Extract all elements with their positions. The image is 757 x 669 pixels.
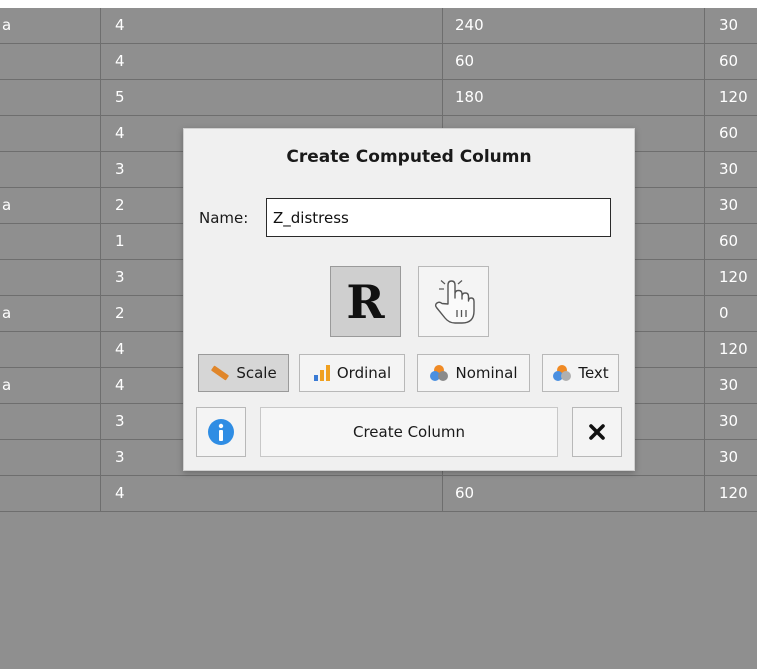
table-row[interactable]: 5 180 120 — [0, 80, 757, 116]
create-column-label: Create Column — [352, 423, 466, 441]
table-cell[interactable]: a — [0, 296, 101, 331]
text-circles-icon — [553, 365, 572, 381]
table-cell[interactable]: 30 — [705, 368, 757, 403]
table-cell[interactable]: 5 — [101, 80, 443, 115]
table-cell[interactable]: 120 — [705, 332, 757, 367]
bar-chart-icon — [313, 365, 330, 381]
name-input[interactable] — [266, 198, 611, 237]
scale-type-button[interactable]: Scale — [198, 354, 289, 392]
table-row[interactable]: 4 60 60 — [0, 44, 757, 80]
r-code-button[interactable]: R — [330, 266, 401, 337]
create-column-button[interactable]: Create Column — [260, 407, 558, 457]
table-row[interactable]: a 4 240 30 — [0, 8, 757, 44]
ordinal-label: Ordinal — [336, 364, 392, 382]
table-cell[interactable] — [0, 440, 101, 475]
table-cell[interactable]: 120 — [705, 80, 757, 115]
ordinal-type-button[interactable]: Ordinal — [299, 354, 405, 392]
table-cell[interactable] — [0, 80, 101, 115]
table-cell[interactable]: 60 — [705, 44, 757, 79]
text-type-button[interactable]: Text — [542, 354, 619, 392]
table-cell[interactable]: 30 — [705, 440, 757, 475]
table-cell[interactable]: 60 — [443, 476, 705, 511]
name-label: Name: — [199, 209, 249, 227]
drag-drop-button[interactable] — [418, 266, 489, 337]
table-cell[interactable] — [0, 224, 101, 259]
r-code-icon: R — [346, 274, 385, 329]
table-cell[interactable]: 4 — [101, 476, 443, 511]
hand-pointer-icon — [434, 279, 475, 324]
table-cell[interactable]: a — [0, 368, 101, 403]
table-cell[interactable]: 4 — [101, 44, 443, 79]
table-cell[interactable]: 240 — [443, 8, 705, 43]
table-cell[interactable] — [0, 44, 101, 79]
table-cell[interactable] — [0, 404, 101, 439]
table-row[interactable]: 4 60 120 — [0, 476, 757, 512]
table-cell[interactable]: a — [0, 188, 101, 223]
table-cell[interactable]: 30 — [705, 188, 757, 223]
table-cell[interactable]: 30 — [705, 152, 757, 187]
table-cell[interactable]: 60 — [443, 44, 705, 79]
table-cell[interactable] — [0, 332, 101, 367]
text-label: Text — [578, 364, 609, 382]
info-button[interactable] — [196, 407, 246, 457]
table-cell[interactable]: 60 — [705, 116, 757, 151]
table-cell[interactable]: 30 — [705, 8, 757, 43]
table-cell[interactable]: 120 — [705, 260, 757, 295]
nominal-label: Nominal — [455, 364, 518, 382]
ruler-icon — [211, 365, 230, 381]
table-cell[interactable]: 0 — [705, 296, 757, 331]
create-computed-column-dialog: Create Computed Column Name: R Scale Ord… — [183, 128, 635, 471]
table-cell[interactable] — [0, 260, 101, 295]
dialog-title: Create Computed Column — [286, 147, 532, 167]
table-cell[interactable] — [0, 116, 101, 151]
table-cell[interactable]: 60 — [705, 224, 757, 259]
table-cell[interactable]: 4 — [101, 8, 443, 43]
table-cell[interactable] — [0, 152, 101, 187]
table-cell[interactable] — [0, 476, 101, 511]
scale-label: Scale — [236, 364, 277, 382]
circles-icon — [430, 365, 449, 381]
nominal-type-button[interactable]: Nominal — [417, 354, 530, 392]
table-cell[interactable]: 120 — [705, 476, 757, 511]
table-cell[interactable]: 180 — [443, 80, 705, 115]
close-button[interactable] — [572, 407, 622, 457]
info-icon — [208, 419, 234, 445]
table-cell[interactable]: a — [0, 8, 101, 43]
close-icon — [589, 424, 605, 440]
table-cell[interactable]: 30 — [705, 404, 757, 439]
